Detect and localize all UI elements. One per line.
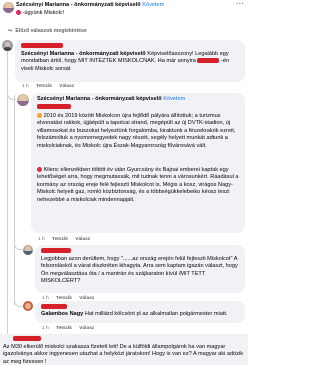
- avatar[interactable]: [23, 245, 33, 255]
- redacted-name: [41, 304, 67, 310]
- reply-button[interactable]: Válasz: [79, 326, 94, 331]
- more-options-icon[interactable]: ···: [236, 0, 245, 9]
- thread-elbow: [14, 243, 23, 250]
- comment-bubble: Az M30 elkerülő miskolci szakasza fizete…: [0, 334, 248, 365]
- like-button[interactable]: Tetszik: [36, 84, 52, 89]
- heart-icon: [16, 10, 21, 15]
- avatar[interactable]: [3, 2, 14, 13]
- redacted-name: [41, 248, 71, 254]
- follow-link[interactable]: Követem: [163, 96, 185, 102]
- sparkle-icon: [37, 113, 42, 118]
- comment-bubble: Szécsényi Marianna - önkormányzati képvi…: [16, 0, 164, 22]
- redacted-mention: [197, 58, 220, 64]
- thread-elbow: [7, 92, 16, 100]
- comment-text: Legjobban azon derültem, hogy "......az …: [41, 256, 238, 285]
- avatar[interactable]: [2, 40, 13, 51]
- reply-button[interactable]: Válasz: [75, 237, 90, 242]
- comment-bubble: Szécsényi Marianna - önkormányzati képvi…: [15, 40, 245, 82]
- avatar[interactable]: [17, 94, 29, 106]
- comment-bubble: Szécsényi Marianna - önkormányzati képvi…: [31, 93, 245, 233]
- comment-actions: 1 h Tetszik Válasz: [42, 326, 100, 332]
- like-button[interactable]: Tetszik: [56, 326, 72, 331]
- thread-line: [14, 95, 15, 305]
- comment-author[interactable]: Szécsényi Marianna - önkormányzati képvi…: [37, 96, 162, 102]
- like-button[interactable]: Tetszik: [52, 237, 68, 242]
- comment-author[interactable]: Szécsényi Marianna - önkormányzati képvi…: [16, 2, 141, 8]
- comment-bubble: Galambos Nagy Hat milliárd kölcsönt pl a…: [35, 301, 245, 323]
- timestamp[interactable]: 1 h: [42, 326, 49, 331]
- redacted-name: [13, 336, 41, 342]
- comment-text: Szécsényi Marianna - önkormányzati képvi…: [21, 51, 230, 72]
- red-circle-icon: [37, 167, 42, 172]
- view-earlier-replies[interactable]: ↪ Előző válaszok megtekintése: [8, 28, 87, 35]
- comment-text: Galambos Nagy Hat milliárd kölcsönt pl a…: [41, 311, 228, 317]
- mention-link[interactable]: Szécsényi Marianna - önkormányzati képvi…: [21, 51, 146, 57]
- follow-link[interactable]: Követem: [142, 2, 164, 8]
- thread-elbow: [14, 300, 23, 307]
- comment-text: Az M30 elkerülő miskolci szakasza fizete…: [3, 344, 244, 365]
- reply-arrow-icon: ↪: [8, 28, 13, 34]
- timestamp[interactable]: 1 h: [22, 84, 29, 89]
- timestamp[interactable]: 1 h: [38, 237, 45, 242]
- redacted-name: [21, 43, 63, 49]
- avatar[interactable]: [23, 301, 33, 311]
- comment-text: Kilenc ellenzékben töltött év után Gyurc…: [37, 167, 239, 203]
- comment-actions: 1 h Tetszik Válasz: [22, 84, 80, 90]
- comment-text: -ügyünk Miskolc!: [16, 10, 64, 17]
- redacted-mention: [37, 104, 71, 110]
- mention-link[interactable]: Galambos Nagy: [41, 311, 83, 317]
- comment-actions: 1 h Tetszik Válasz: [38, 237, 96, 243]
- comment-bubble: Legjobban azon derültem, hogy "......az …: [35, 245, 245, 293]
- comment-text: 2010 és 2019 között Miskolcon újra fejlő…: [37, 113, 236, 149]
- reply-button[interactable]: Válasz: [59, 84, 74, 89]
